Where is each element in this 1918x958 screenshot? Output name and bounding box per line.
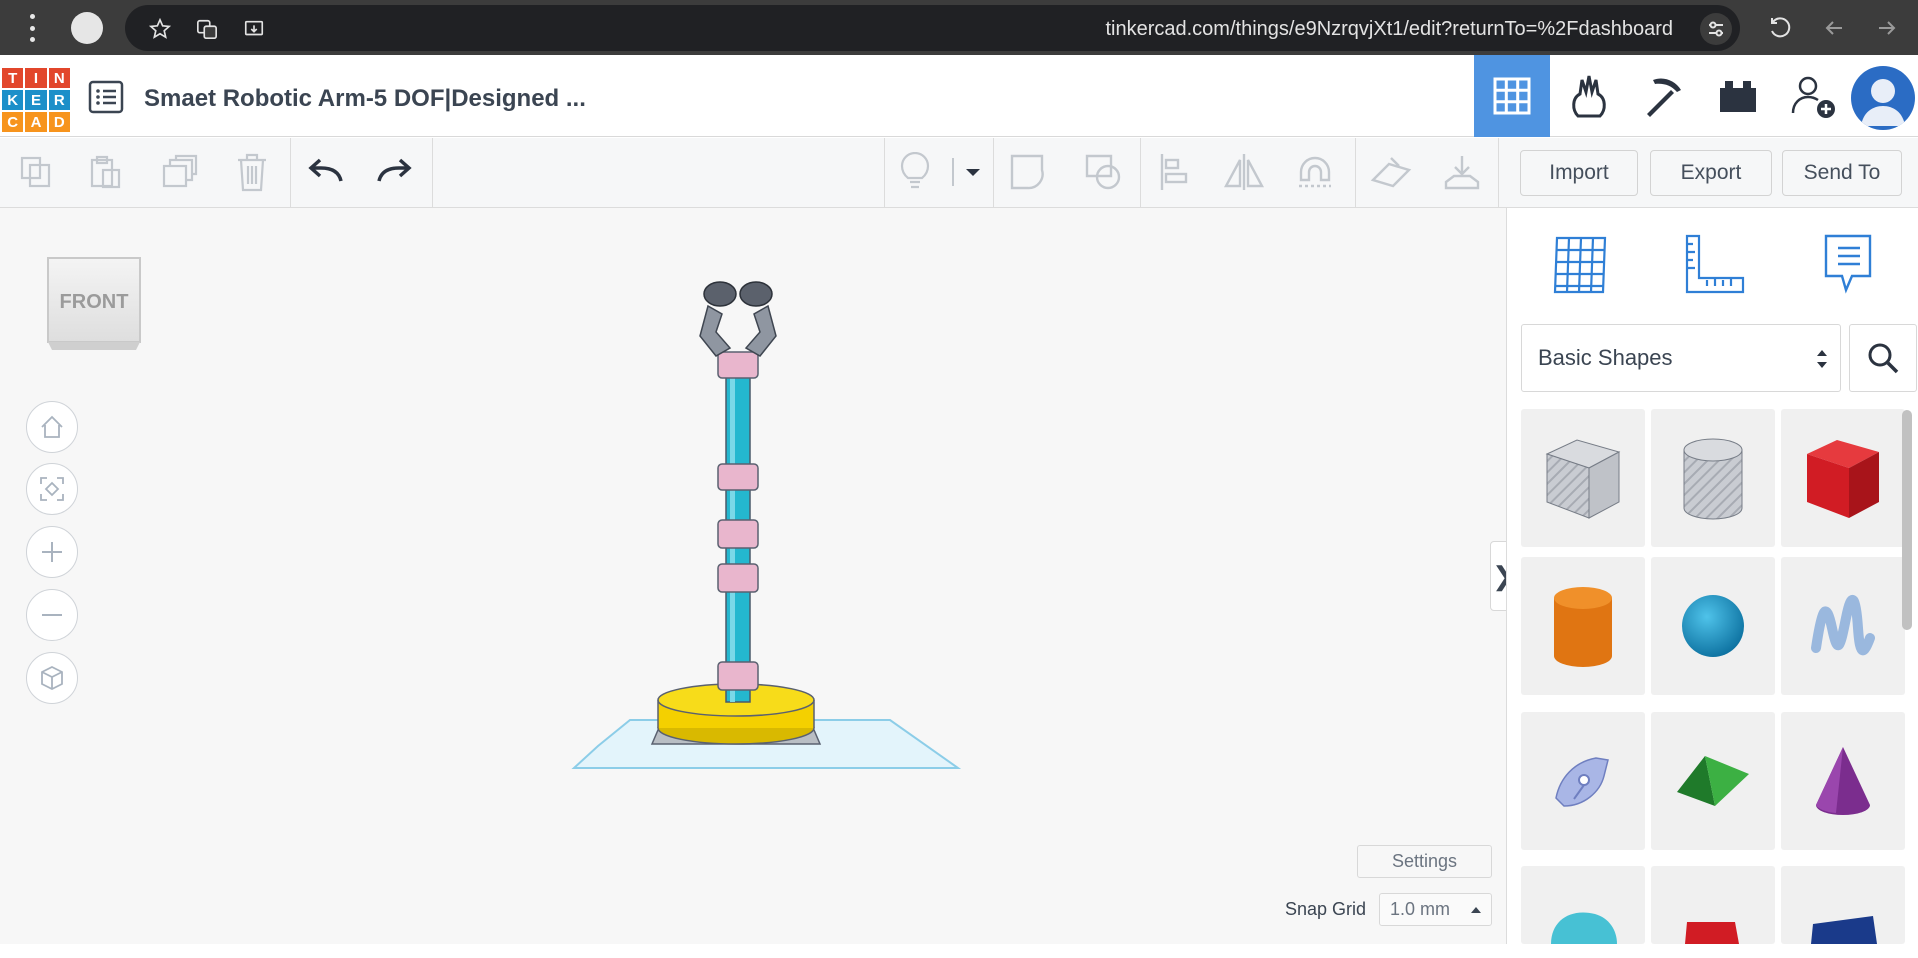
fit-view-icon[interactable]	[26, 463, 78, 515]
paste-icon[interactable]	[83, 150, 127, 194]
export-button[interactable]: Export	[1650, 150, 1772, 196]
shape-cylinder-hole[interactable]	[1651, 409, 1775, 547]
workplane-tool-icon[interactable]	[1369, 150, 1413, 194]
design-title[interactable]: Smaet Robotic Arm-5 DOF|Designed ...	[144, 85, 586, 113]
shape-text[interactable]	[1651, 866, 1775, 944]
shape-round-roof[interactable]	[1521, 866, 1645, 944]
robotic-arm-model[interactable]	[560, 238, 980, 958]
lightbulb-icon[interactable]	[893, 150, 937, 194]
cylinder-hole-icon	[1683, 438, 1743, 520]
wedge-icon	[1811, 916, 1877, 944]
bookmark-star-icon[interactable]	[149, 18, 171, 40]
notes-icon[interactable]	[1813, 230, 1883, 300]
shape-cylinder[interactable]	[1521, 557, 1645, 695]
panel-scrollbar[interactable]	[1902, 410, 1912, 630]
logo-letter: K	[2, 90, 24, 110]
view-cube-label: FRONT	[60, 291, 129, 313]
settings-button[interactable]: Settings	[1357, 845, 1492, 878]
shape-roof[interactable]	[1651, 712, 1775, 850]
shape-generator[interactable]	[1521, 712, 1645, 850]
zoom-out-icon[interactable]	[26, 589, 78, 641]
home-view-icon[interactable]	[26, 401, 78, 453]
browser-profile-icon[interactable]	[71, 12, 103, 44]
snap-grid-select[interactable]: 1.0 mm	[1379, 893, 1492, 926]
caret-up-icon	[1471, 907, 1481, 913]
sphere-icon	[1682, 595, 1744, 657]
logo-letter: C	[2, 112, 24, 132]
shape-library-select[interactable]: Basic Shapes	[1521, 324, 1841, 392]
zoom-in-icon[interactable]	[26, 526, 78, 578]
shape-box[interactable]	[1781, 409, 1905, 547]
scribble-icon	[1811, 594, 1875, 656]
view-cube[interactable]: FRONT	[46, 256, 142, 356]
toolbar: Import Export Send To	[0, 138, 1918, 208]
logo-letter: R	[48, 90, 70, 110]
logo-letter: D	[48, 112, 70, 132]
app-header: TIN KER CAD Smaet Robotic Arm-5 DOF|Design…	[0, 55, 1918, 137]
reload-icon[interactable]	[1766, 14, 1794, 42]
shape-cone[interactable]	[1781, 712, 1905, 850]
minecraft-pickaxe-icon[interactable]	[1625, 55, 1701, 137]
search-icon	[1868, 343, 1899, 374]
url-text[interactable]: tinkercad.com/things/e9NzrqvjXt1/edit?re…	[1105, 18, 1673, 41]
logo-letter: A	[25, 112, 47, 132]
shape-scribble[interactable]	[1781, 557, 1905, 695]
undo-icon[interactable]	[303, 150, 347, 194]
ungroup-icon[interactable]	[1082, 150, 1126, 194]
redo-icon[interactable]	[373, 150, 417, 194]
search-shapes-button[interactable]	[1849, 324, 1917, 392]
drop-icon[interactable]	[1440, 150, 1484, 194]
send-to-button[interactable]: Send To	[1782, 150, 1902, 196]
round-roof-icon	[1551, 912, 1617, 944]
3d-design-icon[interactable]	[1474, 55, 1550, 137]
browser-bar: tinkercad.com/things/e9NzrqvjXt1/edit?re…	[0, 0, 1918, 55]
logo-letter: I	[25, 68, 47, 88]
align-icon[interactable]	[1153, 150, 1197, 194]
duplicate-icon[interactable]	[158, 150, 202, 194]
select-arrows-icon	[1817, 350, 1827, 368]
user-avatar[interactable]	[1851, 66, 1915, 130]
workplane-grid-icon[interactable]	[1547, 230, 1617, 300]
back-icon[interactable]	[1820, 14, 1848, 42]
circuits-icon[interactable]	[1550, 55, 1626, 137]
cast-icon[interactable]	[243, 18, 265, 40]
ruler-icon[interactable]	[1679, 230, 1749, 300]
roof-icon	[1677, 756, 1749, 806]
logo-letter: T	[2, 68, 24, 88]
invite-user-icon[interactable]	[1775, 55, 1851, 137]
shape-box-hole[interactable]	[1521, 409, 1645, 547]
mirror-icon[interactable]	[1222, 150, 1266, 194]
tinkercad-logo[interactable]: TIN KER CAD	[2, 68, 70, 132]
text-icon	[1685, 922, 1739, 944]
cylinder-icon	[1554, 587, 1612, 667]
snap-grid-label: Snap Grid	[1285, 899, 1367, 919]
group-icon[interactable]	[1007, 150, 1051, 194]
perspective-toggle-icon[interactable]	[26, 652, 78, 704]
shape-sphere[interactable]	[1651, 557, 1775, 695]
shapes-panel: Basic Shapes	[1506, 208, 1918, 944]
site-settings-icon[interactable]	[1700, 13, 1732, 45]
box-icon	[1807, 440, 1879, 518]
box-hole-icon	[1545, 439, 1621, 519]
cruise-magnet-icon[interactable]	[1293, 150, 1337, 194]
design-menu-icon[interactable]	[86, 79, 126, 115]
delete-icon[interactable]	[230, 150, 274, 194]
shape-generator-icon	[1555, 757, 1609, 807]
forward-icon[interactable]	[1873, 14, 1901, 42]
translate-icon[interactable]	[196, 18, 218, 40]
light-dropdown-icon[interactable]	[947, 150, 991, 194]
browser-menu-icon[interactable]	[26, 14, 38, 42]
snap-grid-value: 1.0 mm	[1390, 899, 1451, 919]
workplane-viewport[interactable]: FRONT ❯ Settings Snap Grid 1.0 mm	[0, 208, 1516, 944]
shape-wedge[interactable]	[1781, 866, 1905, 944]
copy-icon[interactable]	[14, 150, 58, 194]
logo-letter: N	[48, 68, 70, 88]
address-bar[interactable]: tinkercad.com/things/e9NzrqvjXt1/edit?re…	[125, 5, 1740, 51]
cone-icon	[1816, 747, 1870, 815]
bricks-icon[interactable]	[1700, 55, 1776, 137]
shape-library-value: Basic Shapes	[1538, 345, 1673, 370]
import-button[interactable]: Import	[1520, 150, 1638, 196]
logo-letter: E	[25, 90, 47, 110]
